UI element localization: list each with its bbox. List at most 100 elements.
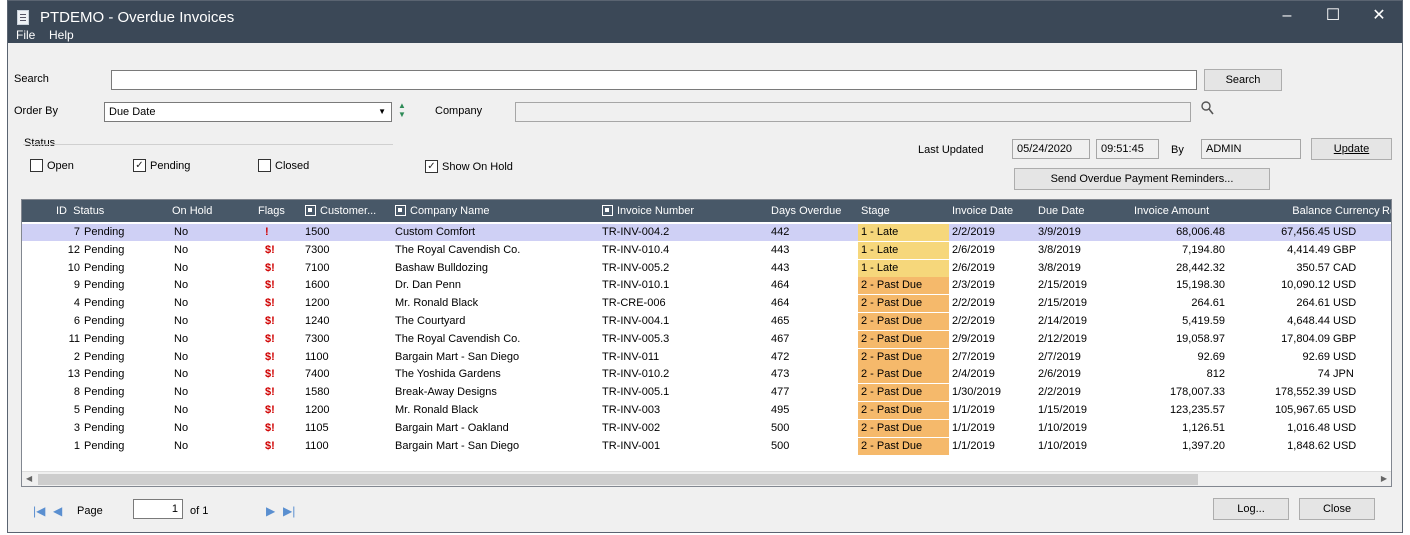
cell-id: 5 xyxy=(73,404,80,416)
col-header-invoice-number[interactable]: Invoice Number xyxy=(602,200,762,222)
pending-checkbox[interactable]: ✓ Pending xyxy=(133,159,190,173)
update-button[interactable]: Update xyxy=(1311,138,1392,160)
col-header-customer[interactable]: Customer... xyxy=(305,200,393,222)
table-row[interactable]: 6 Pending No $! 1240 The Courtyard TR-INV-004.… xyxy=(22,313,1391,330)
col-header-days-overdue[interactable]: Days Overdue xyxy=(771,200,861,222)
close-button[interactable]: Close xyxy=(1299,498,1375,520)
col-header-company[interactable]: Company Name xyxy=(395,200,595,222)
close-window-button[interactable]: ✕ xyxy=(1356,1,1402,31)
col-header-invoice-amount[interactable]: Invoice Amount xyxy=(1134,200,1224,222)
cell-status: Pending xyxy=(84,350,125,363)
menu-help[interactable]: Help xyxy=(49,28,74,42)
cell-invoice-number: TR-INV-004.2 xyxy=(602,226,670,238)
cell-days-overdue: 467 xyxy=(771,332,790,345)
last-page-icon[interactable]: ▶| xyxy=(283,504,295,518)
cell-days-overdue: 477 xyxy=(771,386,790,399)
closed-checkbox[interactable]: Closed xyxy=(258,159,309,173)
cell-invoice-date: 1/1/2019 xyxy=(952,404,995,416)
cell-customer: 1200 xyxy=(305,297,330,310)
cell-invoice-number: TR-INV-002 xyxy=(602,421,661,434)
cell-company: Mr. Ronald Black xyxy=(395,404,479,416)
cell-on-hold: No xyxy=(174,386,189,399)
cell-status: Pending xyxy=(84,404,125,416)
cell-on-hold: No xyxy=(174,279,189,292)
table-row[interactable]: 8 Pending No $! 1580 Break-Away Designs TR-INV… xyxy=(22,384,1391,402)
cell-flags: $! xyxy=(265,421,275,434)
table-row[interactable]: 3 Pending No $! 1105 Bargain Mart - Oakland TR… xyxy=(22,419,1391,437)
cell-balance: 4,414.49 xyxy=(1287,243,1330,256)
lookup-column-icon xyxy=(602,205,613,216)
col-header-on-hold[interactable]: On Hold xyxy=(172,200,232,222)
table-row[interactable]: 10 Pending No $! 7100 Bashaw Bulldozing TR-INV… xyxy=(22,259,1391,277)
show-on-hold-checkbox[interactable]: ✓ Show On Hold xyxy=(425,160,513,174)
col-header-currency[interactable]: Currency xyxy=(1335,200,1385,222)
company-field[interactable] xyxy=(515,102,1191,122)
cell-stage: 2 - Past Due xyxy=(858,295,949,313)
maximize-button[interactable]: ☐ xyxy=(1310,1,1356,31)
prev-page-icon[interactable]: ◀ xyxy=(53,504,62,518)
col-header-stage[interactable]: Stage xyxy=(861,200,941,222)
app-icon xyxy=(17,10,29,25)
table-row[interactable]: 2 Pending No $! 1100 Bargain Mart - San Diego… xyxy=(22,348,1391,366)
scroll-right-icon[interactable]: ▶ xyxy=(1381,474,1387,483)
cell-days-overdue: 443 xyxy=(771,243,790,256)
cell-invoice-number: TR-CRE-006 xyxy=(602,297,666,310)
table-row[interactable]: 13 Pending No $! 7400 The Yoshida Gardens TR-I… xyxy=(22,366,1391,384)
cell-currency: USD xyxy=(1333,421,1357,434)
cell-stage: 2 - Past Due xyxy=(858,277,949,295)
cell-customer: 1600 xyxy=(305,279,330,292)
cell-stage: 2 - Past Due xyxy=(858,330,949,348)
col-header-re[interactable]: Re xyxy=(1382,200,1391,222)
company-label: Company xyxy=(435,105,483,117)
col-header-id-status[interactable]: ID Status xyxy=(56,200,126,222)
open-checkbox[interactable]: Open xyxy=(30,159,74,173)
table-row[interactable]: 1 Pending No $! 1100 Bargain Mart - San Diego… xyxy=(22,437,1391,455)
cell-days-overdue: 495 xyxy=(771,404,790,416)
invoices-grid[interactable]: ID Status On Hold Flags Customer... Comp… xyxy=(21,199,1392,487)
send-reminders-button[interactable]: Send Overdue Payment Reminders... xyxy=(1014,168,1270,190)
minimize-button[interactable]: – xyxy=(1264,1,1310,31)
cell-currency: USD xyxy=(1333,404,1357,416)
cell-on-hold: No xyxy=(174,332,189,345)
lookup-icon[interactable] xyxy=(1201,101,1215,117)
col-header-flags[interactable]: Flags xyxy=(258,200,298,222)
sort-direction-icon[interactable]: ▲ ▼ xyxy=(397,101,407,121)
order-by-label: Order By xyxy=(14,105,59,117)
menu-file[interactable]: File xyxy=(16,28,35,42)
cell-invoice-number: TR-INV-004.1 xyxy=(602,315,670,327)
cell-invoice-amount: 7,194.80 xyxy=(1182,243,1225,256)
cell-stage: 2 - Past Due xyxy=(858,419,949,437)
search-input[interactable] xyxy=(111,70,1197,90)
page-input[interactable]: 1 xyxy=(133,499,183,519)
scrollbar-thumb[interactable] xyxy=(38,474,1198,485)
table-row[interactable]: 11 Pending No $! 7300 The Royal Cavendish Co.… xyxy=(22,330,1391,348)
scroll-left-icon[interactable]: ◀ xyxy=(26,474,32,483)
cell-stage: 1 - Late xyxy=(858,259,949,277)
col-header-invoice-date[interactable]: Invoice Date xyxy=(952,200,1032,222)
cell-id: 1 xyxy=(73,439,80,452)
cell-status: Pending xyxy=(84,279,125,292)
order-by-select[interactable]: Due Date ▼ xyxy=(104,102,392,122)
table-row[interactable]: 12 Pending No $! 7300 The Royal Cavendish Co.… xyxy=(22,241,1391,259)
horizontal-scrollbar[interactable]: ◀ ▶ xyxy=(22,471,1391,486)
cell-id: 12 xyxy=(67,243,80,256)
table-row[interactable]: 4 Pending No $! 1200 Mr. Ronald Black TR-CRE-0… xyxy=(22,295,1391,313)
cell-status: Pending xyxy=(84,332,125,345)
cell-invoice-amount: 19,058.97 xyxy=(1176,332,1225,345)
search-button[interactable]: Search xyxy=(1204,69,1282,91)
log-button[interactable]: Log... xyxy=(1213,498,1289,520)
next-page-icon[interactable]: ▶ xyxy=(266,504,275,518)
table-row[interactable]: 5 Pending No $! 1200 Mr. Ronald Black TR-INV-0… xyxy=(22,402,1391,419)
cell-id: 6 xyxy=(73,315,80,327)
cell-invoice-amount: 28,442.32 xyxy=(1176,261,1225,274)
table-row[interactable]: 9 Pending No $! 1600 Dr. Dan Penn TR-INV-010.1… xyxy=(22,277,1391,295)
open-checkbox-label: Open xyxy=(47,160,74,172)
cell-days-overdue: 443 xyxy=(771,261,790,274)
col-header-balance[interactable]: Balance xyxy=(1232,200,1332,222)
col-header-due-date[interactable]: Due Date xyxy=(1038,200,1108,222)
table-row[interactable]: 7 Pending No! 1500 Custom Comfort TR-INV-004.… xyxy=(22,224,1391,241)
cell-id: 9 xyxy=(73,279,80,292)
first-page-icon[interactable]: |◀ xyxy=(33,504,45,518)
cell-flags: $! xyxy=(265,368,275,381)
cell-on-hold: No xyxy=(174,315,189,327)
